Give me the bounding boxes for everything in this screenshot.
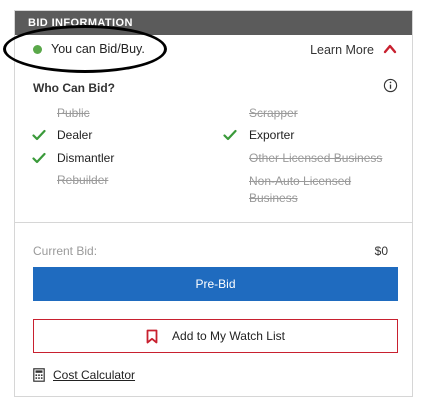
learn-more-link[interactable]: Learn More xyxy=(310,43,374,57)
cost-calculator-row: Cost Calculator xyxy=(33,368,135,382)
chevron-up-icon[interactable] xyxy=(383,43,397,55)
section-divider xyxy=(15,222,412,223)
add-to-watch-list-button[interactable]: Add to My Watch List xyxy=(33,319,398,353)
pre-bid-button-label: Pre-Bid xyxy=(195,277,236,291)
watch-list-label: Add to My Watch List xyxy=(172,329,285,343)
calculator-icon xyxy=(33,368,45,382)
cost-calculator-link[interactable]: Cost Calculator xyxy=(53,368,135,382)
bidder-type-other-licensed-business: Other Licensed Business xyxy=(249,151,383,165)
bidder-type-non-auto-licensed-business: Non-Auto Licensed Business xyxy=(249,174,352,205)
bid-status-text: You can Bid/Buy. xyxy=(51,42,145,56)
bidder-type-scrapper: Scrapper xyxy=(249,106,298,120)
check-icon xyxy=(32,152,46,164)
info-icon[interactable] xyxy=(383,78,398,93)
bidder-type-rebuilder: Rebuilder xyxy=(57,173,109,187)
current-bid-value: $0 xyxy=(374,244,388,258)
status-dot-icon xyxy=(33,45,42,54)
bidder-type-dismantler: Dismantler xyxy=(57,151,115,165)
current-bid-label: Current Bid: xyxy=(33,244,98,258)
bid-status-row: You can Bid/Buy. Learn More xyxy=(3,25,412,73)
bookmark-icon xyxy=(146,329,158,343)
pre-bid-button[interactable]: Pre-Bid xyxy=(33,267,398,301)
check-icon xyxy=(32,129,46,141)
bid-information-card: BID INFORMATION You can Bid/Buy. Learn M… xyxy=(3,10,413,397)
bidder-type-dealer: Dealer xyxy=(57,128,93,142)
bidder-type-public: Public xyxy=(57,106,90,120)
check-icon xyxy=(223,129,237,141)
who-can-bid-title: Who Can Bid? xyxy=(33,81,115,95)
bidder-type-exporter: Exporter xyxy=(249,128,295,142)
